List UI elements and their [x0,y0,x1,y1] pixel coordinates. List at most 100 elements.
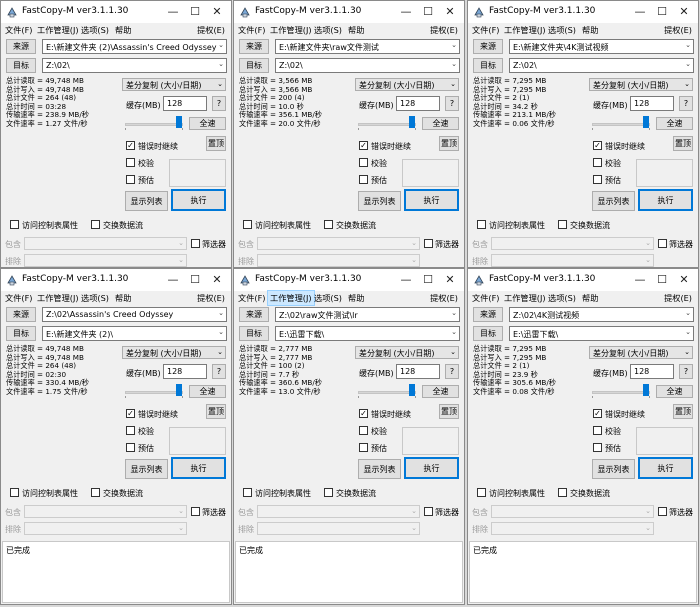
minimize-button[interactable]: — [398,272,414,288]
menu-elevate[interactable]: 提权(E) [195,291,227,305]
destination-button[interactable]: 目标 [239,326,269,341]
streams-checkbox[interactable] [91,488,100,497]
destination-path-combo[interactable]: Z:\02\ ⌄ [509,58,694,73]
menu-elevate[interactable]: 提权(E) [662,23,694,37]
acl-checkbox[interactable] [243,488,252,497]
streams-checkbox[interactable] [558,220,567,229]
show-list-button[interactable]: 显示列表 [125,459,168,479]
close-button[interactable]: ✕ [676,4,692,20]
speed-slider-track[interactable] [358,391,416,394]
continue-on-error-checkbox[interactable]: ✓ [593,141,602,150]
acl-checkbox[interactable] [10,220,19,229]
exclude-combo[interactable]: ⌄ [491,522,654,535]
destination-button[interactable]: 目标 [473,326,503,341]
help-button[interactable]: ? [679,96,693,111]
exclude-combo[interactable]: ⌄ [257,254,420,267]
menu-options[interactable]: 选项(S) [546,291,578,305]
destination-path-combo[interactable]: E:\迅雷下载\ ⌄ [275,326,460,341]
help-button[interactable]: ? [445,96,459,111]
menu-elevate[interactable]: 提权(E) [195,23,227,37]
streams-checkbox[interactable] [558,488,567,497]
destination-path-combo[interactable]: Z:\02\ ⌄ [42,58,227,73]
speed-slider-thumb[interactable] [409,384,415,396]
execute-button[interactable]: 执行 [638,457,693,479]
exclude-combo[interactable]: ⌄ [24,254,187,267]
source-button[interactable]: 来源 [473,39,503,54]
execute-button[interactable]: 执行 [171,189,226,211]
streams-checkbox[interactable] [324,220,333,229]
filter-checkbox[interactable] [424,239,433,248]
minimize-button[interactable]: — [632,4,648,20]
menu-help[interactable]: 帮助 [346,291,366,305]
minimize-button[interactable]: — [165,272,181,288]
full-speed-button[interactable]: 全速 [656,117,693,130]
speed-slider-track[interactable] [125,391,183,394]
menu-help[interactable]: 帮助 [346,23,366,37]
title-bar[interactable]: FastCopy-M ver3.1.1.30 — ☐ ✕ [1,1,231,23]
destination-button[interactable]: 目标 [239,58,269,73]
copy-mode-select[interactable]: 差分复制 (大小/日期) ⌄ [122,346,226,359]
acl-checkbox[interactable] [243,220,252,229]
filter-checkbox[interactable] [191,507,200,516]
speed-slider-thumb[interactable] [643,116,649,128]
menu-elevate[interactable]: 提权(E) [662,291,694,305]
menu-help[interactable]: 帮助 [113,23,133,37]
minimize-button[interactable]: — [398,4,414,20]
top-button[interactable]: 置顶 [439,404,459,419]
top-button[interactable]: 置顶 [206,404,226,419]
title-bar[interactable]: FastCopy-M ver3.1.1.30 — ☐ ✕ [468,1,698,23]
source-path-combo[interactable]: Z:\02\raw文件测试\lr ⌄ [275,307,460,322]
include-combo[interactable]: ⌄ [491,505,654,518]
copy-mode-select[interactable]: 差分复制 (大小/日期) ⌄ [589,346,693,359]
minimize-button[interactable]: — [165,4,181,20]
exclude-combo[interactable]: ⌄ [257,522,420,535]
acl-checkbox[interactable] [477,220,486,229]
buffer-input[interactable]: 128 [163,96,207,111]
include-combo[interactable]: ⌄ [24,237,187,250]
acl-checkbox[interactable] [10,488,19,497]
source-path-combo[interactable]: E:\新建文件夹\raw文件测试 ⌄ [275,39,460,54]
menu-file[interactable]: 文件(F) [3,291,34,305]
menu-file[interactable]: 文件(F) [470,291,501,305]
execute-button[interactable]: 执行 [404,189,459,211]
top-button[interactable]: 置顶 [439,136,459,151]
close-button[interactable]: ✕ [442,4,458,20]
acl-checkbox[interactable] [477,488,486,497]
source-button[interactable]: 来源 [6,307,36,322]
source-button[interactable]: 来源 [239,307,269,322]
continue-on-error-checkbox[interactable]: ✓ [593,409,602,418]
estimate-checkbox[interactable] [359,175,368,184]
destination-button[interactable]: 目标 [473,58,503,73]
show-list-button[interactable]: 显示列表 [125,191,168,211]
source-button[interactable]: 来源 [239,39,269,54]
verify-checkbox[interactable] [126,158,135,167]
buffer-input[interactable]: 128 [396,96,440,111]
full-speed-button[interactable]: 全速 [189,385,226,398]
destination-path-combo[interactable]: E:\迅雷下载\ ⌄ [509,326,694,341]
continue-on-error-checkbox[interactable]: ✓ [126,141,135,150]
destination-button[interactable]: 目标 [6,58,36,73]
close-button[interactable]: ✕ [209,4,225,20]
streams-checkbox[interactable] [91,220,100,229]
title-bar[interactable]: FastCopy-M ver3.1.1.30 — ☐ ✕ [1,269,231,291]
speed-slider-thumb[interactable] [643,384,649,396]
full-speed-button[interactable]: 全速 [189,117,226,130]
menu-options[interactable]: 选项(S) [79,291,111,305]
streams-checkbox[interactable] [324,488,333,497]
estimate-checkbox[interactable] [593,175,602,184]
copy-mode-select[interactable]: 差分复制 (大小/日期) ⌄ [589,78,693,91]
copy-mode-select[interactable]: 差分复制 (大小/日期) ⌄ [355,78,459,91]
include-combo[interactable]: ⌄ [257,505,420,518]
menu-file[interactable]: 文件(F) [236,291,267,305]
filter-checkbox[interactable] [658,239,667,248]
verify-checkbox[interactable] [126,426,135,435]
include-combo[interactable]: ⌄ [257,237,420,250]
source-path-combo[interactable]: E:\新建文件夹\4K测试视频 ⌄ [509,39,694,54]
verify-checkbox[interactable] [593,158,602,167]
show-list-button[interactable]: 显示列表 [592,459,635,479]
speed-slider-track[interactable] [125,123,183,126]
menu-job-management[interactable]: 工作管理(J) [502,291,548,305]
maximize-button[interactable]: ☐ [420,4,436,20]
verify-checkbox[interactable] [593,426,602,435]
verify-checkbox[interactable] [359,158,368,167]
